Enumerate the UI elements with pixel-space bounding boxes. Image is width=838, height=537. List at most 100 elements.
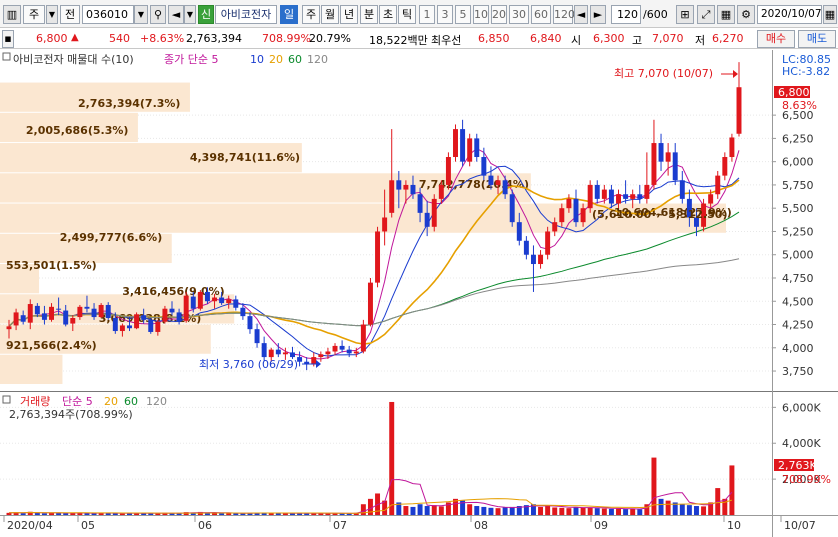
volume-profile-label-9: 921,566(2.4%) <box>6 339 97 352</box>
volume-bar-59 <box>424 506 430 515</box>
candle-body-19 <box>141 315 147 320</box>
trade-amount: 18,522백만 <box>369 34 428 47</box>
volume-bar-85 <box>608 508 614 515</box>
trend-icon[interactable]: ⤢ <box>697 5 715 24</box>
candle-body-24 <box>176 312 182 322</box>
speaker-dropdown-icon[interactable]: ▼ <box>184 5 196 24</box>
candle-body-32 <box>233 299 239 308</box>
candle-body-7 <box>56 308 62 310</box>
candle-body-46 <box>332 345 338 352</box>
candle-body-39 <box>282 352 288 355</box>
ma10-legend: 10 <box>250 53 264 66</box>
volume-legend-name: 거래량 <box>20 395 50 408</box>
candle-body-79 <box>566 198 572 209</box>
x-tick-label-3: 07 <box>333 519 347 532</box>
volume-bar-58 <box>417 504 423 515</box>
candle-body-18 <box>134 314 140 329</box>
volume-bar-84 <box>601 508 607 515</box>
y-tick-label-8: 4,500 <box>782 295 814 308</box>
candle-body-94 <box>672 152 678 181</box>
candle-body-103 <box>736 87 742 134</box>
interval-button-5[interactable]: 5 <box>455 5 471 24</box>
interval-button-10[interactable]: 10 <box>473 5 489 24</box>
candle-body-67 <box>481 157 487 176</box>
chart-area[interactable]: 2,763,394(7.3%) 2,005,686(5.3%) 4,398,741(… <box>0 50 838 537</box>
candle-body-88 <box>630 194 636 199</box>
code-dropdown-icon[interactable]: ▼ <box>134 5 148 24</box>
search-icon[interactable]: ⚲ <box>150 5 166 24</box>
candle-body-95 <box>679 180 685 199</box>
scroll-left-icon[interactable]: ◄ <box>574 5 588 24</box>
candle-body-0 <box>6 326 12 330</box>
period-button-0[interactable]: 일 <box>280 5 298 24</box>
volume-profile-label-1: 2,005,686(5.3%) <box>26 124 128 137</box>
volume-bar-5 <box>41 513 47 515</box>
volume-profile-band-9 <box>0 354 63 384</box>
candle-body-26 <box>190 296 196 309</box>
y-tick-label-11: 3,750 <box>782 365 814 378</box>
stock-code-input[interactable]: 036010 <box>82 5 134 24</box>
candle-body-28 <box>204 291 210 302</box>
candle-body-90 <box>644 184 650 199</box>
sell-button[interactable]: 매도 <box>798 30 836 48</box>
candle-body-20 <box>148 319 154 332</box>
period-button-4[interactable]: 분 <box>360 5 378 24</box>
gear-icon[interactable]: ⚙ <box>737 5 755 24</box>
candle-body-83 <box>594 184 600 199</box>
volume-bar-2 <box>20 513 26 515</box>
interval-button-3[interactable]: 3 <box>437 5 453 24</box>
candle-body-4 <box>34 305 40 315</box>
volume-bar-88 <box>630 508 636 515</box>
type-select[interactable]: 주 <box>23 5 45 24</box>
speaker-icon[interactable]: ◄ <box>168 5 184 24</box>
low-label: 저 <box>695 34 706 47</box>
interval-button-1[interactable]: 1 <box>419 5 435 24</box>
period-button-6[interactable]: 틱 <box>398 5 416 24</box>
candle-body-100 <box>715 175 721 195</box>
vol-ma20-legend: 20 <box>104 395 118 408</box>
interval-button-120[interactable]: 120 <box>553 5 575 24</box>
volume-bar-98 <box>701 506 707 515</box>
candle-body-31 <box>226 299 232 304</box>
compare-icon[interactable]: ⊞ <box>676 5 694 24</box>
candle-body-1 <box>13 312 19 326</box>
type-dropdown-icon[interactable]: ▼ <box>46 5 58 24</box>
interval-button-20[interactable]: 20 <box>491 5 507 24</box>
date-input[interactable]: 2020/10/07 <box>757 5 822 24</box>
candle-body-11 <box>84 306 90 309</box>
volume-y-tick-label-1: 4,000K <box>782 437 821 450</box>
market-select[interactable]: 전 <box>60 5 80 24</box>
chart-menu-icon[interactable]: ▥ <box>3 5 21 24</box>
quote-menu-icon[interactable]: ▪ <box>2 30 14 48</box>
scroll-right-icon[interactable]: ► <box>590 5 606 24</box>
stock-chart[interactable]: 2,763,394(7.3%) 2,005,686(5.3%) 4,398,741(… <box>0 50 838 537</box>
count-input[interactable]: 120 <box>611 5 641 24</box>
volume-text: 2,763,394주(708.99%) <box>9 408 133 421</box>
candle-body-3 <box>27 304 33 323</box>
period-button-5[interactable]: 초 <box>379 5 397 24</box>
price-legend-name: 아비코전자 매물대 수(10) <box>13 53 134 66</box>
period-button-2[interactable]: 월 <box>321 5 339 24</box>
buy-button[interactable]: 매수 <box>757 30 795 48</box>
candle-body-84 <box>601 189 607 199</box>
candle-body-81 <box>580 208 586 223</box>
volume-bar-89 <box>637 509 643 515</box>
candle-body-57 <box>410 184 416 195</box>
volume-bar-76 <box>545 506 551 515</box>
save-icon[interactable]: ▦ <box>717 5 735 24</box>
interval-button-30[interactable]: 30 <box>509 5 529 24</box>
interval-button-60[interactable]: 60 <box>531 5 551 24</box>
volume-y-tick-label-0: 6,000K <box>782 401 821 414</box>
volume-profile-label-0: 2,763,394(7.3%) <box>78 97 181 110</box>
candle-body-23 <box>169 308 175 313</box>
volume-bar-16 <box>119 513 125 515</box>
volume-bar-4 <box>34 513 40 515</box>
current-price-tag-pct: 8.63% <box>782 99 817 112</box>
candle-body-36 <box>261 343 267 358</box>
period-button-1[interactable]: 주 <box>302 5 320 24</box>
calendar-icon[interactable]: ▦ <box>823 5 837 24</box>
candle-body-37 <box>268 349 274 358</box>
x-tick-label-4: 08 <box>474 519 488 532</box>
volume-bar-15 <box>112 513 118 515</box>
period-button-3[interactable]: 년 <box>340 5 358 24</box>
